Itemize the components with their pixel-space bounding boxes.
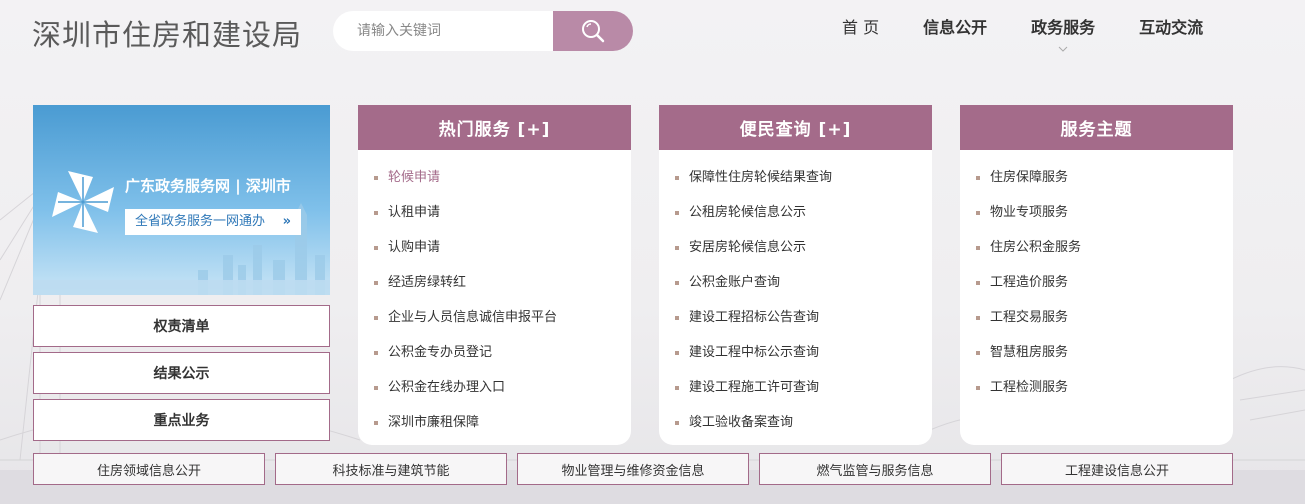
nav-government-services-label: 政务服务 bbox=[1031, 18, 1096, 37]
search-icon bbox=[582, 20, 605, 43]
search-button[interactable] bbox=[553, 11, 633, 51]
list-item[interactable]: 工程检测服务 bbox=[960, 370, 1233, 405]
list-item[interactable]: 工程交易服务 bbox=[960, 300, 1233, 335]
key-business-button[interactable]: 重点业务 bbox=[33, 399, 330, 441]
list-item[interactable]: 公积金账户查询 bbox=[659, 265, 932, 300]
list-item[interactable]: 经适房绿转红 bbox=[358, 265, 631, 300]
responsibility-list-button[interactable]: 权责清单 bbox=[33, 305, 330, 347]
chevron-down-icon bbox=[1058, 46, 1068, 52]
list-item[interactable]: 公积金在线办理入口 bbox=[358, 370, 631, 405]
list-item[interactable]: 企业与人员信息诚信申报平台 bbox=[358, 300, 631, 335]
list-item[interactable]: 深圳市廉租保障 bbox=[358, 405, 631, 440]
list-item[interactable]: 物业专项服务 bbox=[960, 195, 1233, 230]
banner-subtitle-text: 全省政务服务一网通办 bbox=[135, 214, 266, 229]
convenience-query-panel: 便民查询 [+] 保障性住房轮候结果查询 公租房轮候信息公示 安居房轮候信息公示… bbox=[659, 105, 932, 445]
list-item[interactable]: 住房公积金服务 bbox=[960, 230, 1233, 265]
main-nav: 首 页 信息公开 政务服务 互动交流 bbox=[820, 16, 1225, 52]
pinwheel-logo-icon bbox=[52, 171, 114, 233]
list-item[interactable]: 竣工验收备案查询 bbox=[659, 405, 932, 440]
list-item[interactable]: 轮候申请 bbox=[358, 160, 631, 195]
panel-title: 服务主题 bbox=[960, 105, 1233, 150]
banner-subtitle: 全省政务服务一网通办 » bbox=[125, 209, 301, 235]
nav-home[interactable]: 首 页 bbox=[820, 16, 901, 40]
gas-supervision-button[interactable]: 燃气监管与服务信息 bbox=[759, 453, 991, 485]
list-item[interactable]: 公租房轮候信息公示 bbox=[659, 195, 932, 230]
list-item[interactable]: 公积金专办员登记 bbox=[358, 335, 631, 370]
list-item[interactable]: 住房保障服务 bbox=[960, 160, 1233, 195]
nav-government-services[interactable]: 政务服务 bbox=[1009, 16, 1117, 52]
double-chevron-right-icon: » bbox=[282, 214, 291, 229]
hot-services-panel: 热门服务 [+] 轮候申请 认租申请 认购申请 经适房绿转红 企业与人员信息诚信… bbox=[358, 105, 631, 445]
construction-info-disclosure-button[interactable]: 工程建设信息公开 bbox=[1001, 453, 1233, 485]
service-topics-panel: 服务主题 住房保障服务 物业专项服务 住房公积金服务 工程造价服务 工程交易服务… bbox=[960, 105, 1233, 445]
list-item[interactable]: 建设工程招标公告查询 bbox=[659, 300, 932, 335]
gd-gov-service-banner[interactable]: 广东政务服务网 | 深圳市 全省政务服务一网通办 » bbox=[33, 105, 330, 295]
list-item[interactable]: 建设工程中标公示查询 bbox=[659, 335, 932, 370]
search-input[interactable] bbox=[333, 11, 553, 51]
panel-title[interactable]: 便民查询 [+] bbox=[659, 105, 932, 150]
list-item[interactable]: 建设工程施工许可查询 bbox=[659, 370, 932, 405]
panel-title[interactable]: 热门服务 [+] bbox=[358, 105, 631, 150]
site-title: 深圳市住房和建设局 bbox=[32, 18, 303, 52]
list-item[interactable]: 安居房轮候信息公示 bbox=[659, 230, 932, 265]
tech-standards-energy-button[interactable]: 科技标准与建筑节能 bbox=[275, 453, 507, 485]
list-item[interactable]: 认租申请 bbox=[358, 195, 631, 230]
nav-info-disclosure[interactable]: 信息公开 bbox=[901, 16, 1009, 40]
list-item[interactable]: 保障性住房轮候结果查询 bbox=[659, 160, 932, 195]
property-management-fund-button[interactable]: 物业管理与维修资金信息 bbox=[517, 453, 749, 485]
housing-info-disclosure-button[interactable]: 住房领域信息公开 bbox=[33, 453, 265, 485]
search-bar bbox=[333, 11, 633, 51]
list-item[interactable]: 工程造价服务 bbox=[960, 265, 1233, 300]
list-item[interactable]: 认购申请 bbox=[358, 230, 631, 265]
nav-interaction[interactable]: 互动交流 bbox=[1117, 16, 1225, 40]
list-item[interactable]: 智慧租房服务 bbox=[960, 335, 1233, 370]
banner-title: 广东政务服务网 | 深圳市 bbox=[125, 177, 291, 195]
result-publicity-button[interactable]: 结果公示 bbox=[33, 352, 330, 394]
